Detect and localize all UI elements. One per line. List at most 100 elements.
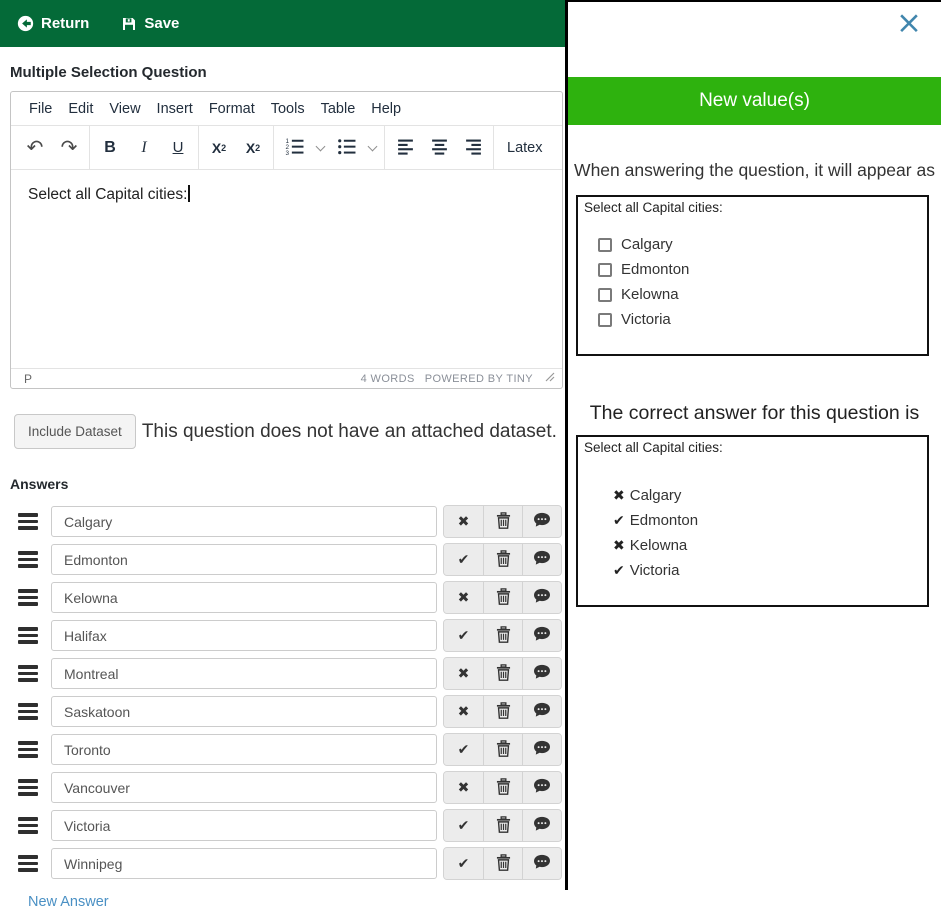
align-left-button[interactable]	[388, 131, 422, 165]
comment-answer-button[interactable]	[522, 620, 561, 651]
subscript-button[interactable]: X2	[236, 131, 270, 165]
comment-answer-button[interactable]	[522, 658, 561, 689]
drag-handle-icon[interactable]	[18, 817, 38, 834]
menu-insert[interactable]: Insert	[149, 97, 201, 121]
check-icon: ✔	[458, 742, 470, 758]
delete-answer-button[interactable]	[483, 810, 522, 841]
answer-text-input[interactable]	[51, 772, 437, 803]
correct-toggle-button[interactable]: ✔	[444, 620, 483, 651]
comment-answer-button[interactable]	[522, 734, 561, 765]
numbered-list-button[interactable]: 123	[277, 131, 311, 165]
correct-toggle-button[interactable]: ✖	[444, 696, 483, 727]
correct-toggle-button[interactable]: ✔	[444, 810, 483, 841]
comment-answer-button[interactable]	[522, 848, 561, 879]
delete-answer-button[interactable]	[483, 734, 522, 765]
align-right-button[interactable]	[456, 131, 490, 165]
powered-by-tiny[interactable]: POWERED BY TINY	[425, 373, 533, 385]
return-button[interactable]: Return	[17, 15, 89, 32]
drag-handle-icon[interactable]	[18, 513, 38, 530]
comment-answer-button[interactable]	[522, 696, 561, 727]
save-button[interactable]: Save	[121, 15, 179, 32]
undo-button[interactable]: ↶	[18, 131, 52, 165]
editor-content-area[interactable]: Select all Capital cities:	[11, 169, 562, 368]
resize-grip-icon[interactable]	[545, 372, 555, 385]
superscript-button[interactable]: X2	[202, 131, 236, 165]
checkbox[interactable]	[598, 288, 612, 302]
preview-option: Edmonton	[598, 257, 921, 282]
delete-answer-button[interactable]	[483, 658, 522, 689]
checkbox[interactable]	[598, 263, 612, 277]
drag-handle-icon[interactable]	[18, 779, 38, 796]
answer-row: ✔	[10, 809, 562, 842]
drag-handle-icon[interactable]	[18, 855, 38, 872]
include-dataset-button[interactable]: Include Dataset	[14, 414, 136, 449]
delete-answer-button[interactable]	[483, 506, 522, 537]
cross-icon: ✖	[458, 514, 470, 530]
checkbox[interactable]	[598, 313, 612, 327]
checkbox[interactable]	[598, 238, 612, 252]
drag-handle-icon[interactable]	[18, 703, 38, 720]
correct-toggle-button[interactable]: ✖	[444, 772, 483, 803]
svg-text:3: 3	[285, 149, 289, 155]
answer-text-input[interactable]	[51, 658, 437, 689]
italic-button[interactable]: I	[127, 131, 161, 165]
menu-format[interactable]: Format	[201, 97, 263, 121]
delete-answer-button[interactable]	[483, 848, 522, 879]
question-text: Select all Capital cities:	[28, 186, 187, 203]
menu-edit[interactable]: Edit	[60, 97, 101, 121]
menu-help[interactable]: Help	[363, 97, 409, 121]
new-answer-link[interactable]: New Answer	[28, 894, 109, 910]
trash-icon	[496, 512, 511, 532]
answer-label: Edmonton	[630, 512, 698, 529]
comment-answer-button[interactable]	[522, 810, 561, 841]
cross-icon: ✖	[458, 780, 470, 796]
answer-label: Victoria	[630, 562, 680, 579]
drag-handle-icon[interactable]	[18, 627, 38, 644]
bullet-list-button[interactable]	[329, 131, 363, 165]
delete-answer-button[interactable]	[483, 544, 522, 575]
align-center-icon	[430, 137, 449, 159]
redo-arrow-icon: ↷	[61, 138, 78, 158]
latex-button[interactable]: Latex	[497, 131, 552, 165]
menu-table[interactable]: Table	[313, 97, 364, 121]
drag-handle-icon[interactable]	[18, 741, 38, 758]
answer-text-input[interactable]	[51, 810, 437, 841]
menu-view[interactable]: View	[101, 97, 148, 121]
numbered-list-menu-button[interactable]	[311, 131, 329, 165]
answer-text-input[interactable]	[51, 620, 437, 651]
answer-text-input[interactable]	[51, 734, 437, 765]
delete-answer-button[interactable]	[483, 620, 522, 651]
comment-answer-button[interactable]	[522, 772, 561, 803]
delete-answer-button[interactable]	[483, 772, 522, 803]
correct-toggle-button[interactable]: ✔	[444, 848, 483, 879]
redo-button[interactable]: ↷	[52, 131, 86, 165]
close-icon[interactable]: ×	[896, 8, 922, 39]
align-center-button[interactable]	[422, 131, 456, 165]
comment-answer-button[interactable]	[522, 582, 561, 613]
answer-text-input[interactable]	[51, 582, 437, 613]
delete-answer-button[interactable]	[483, 696, 522, 727]
comment-icon	[533, 626, 551, 645]
correct-toggle-button[interactable]: ✔	[444, 544, 483, 575]
answer-text-input[interactable]	[51, 848, 437, 879]
correct-toggle-button[interactable]: ✔	[444, 734, 483, 765]
answer-text-input[interactable]	[51, 506, 437, 537]
comment-answer-button[interactable]	[522, 506, 561, 537]
delete-answer-button[interactable]	[483, 582, 522, 613]
save-label: Save	[144, 15, 179, 32]
drag-handle-icon[interactable]	[18, 665, 38, 682]
bullet-list-menu-button[interactable]	[363, 131, 381, 165]
menu-tools[interactable]: Tools	[263, 97, 313, 121]
element-path[interactable]: P	[24, 372, 361, 386]
menu-file[interactable]: File	[21, 97, 60, 121]
answer-text-input[interactable]	[51, 696, 437, 727]
underline-button[interactable]: U	[161, 131, 195, 165]
answer-text-input[interactable]	[51, 544, 437, 575]
correct-toggle-button[interactable]: ✖	[444, 582, 483, 613]
correct-toggle-button[interactable]: ✖	[444, 658, 483, 689]
drag-handle-icon[interactable]	[18, 551, 38, 568]
drag-handle-icon[interactable]	[18, 589, 38, 606]
bold-button[interactable]: B	[93, 131, 127, 165]
correct-toggle-button[interactable]: ✖	[444, 506, 483, 537]
comment-answer-button[interactable]	[522, 544, 561, 575]
